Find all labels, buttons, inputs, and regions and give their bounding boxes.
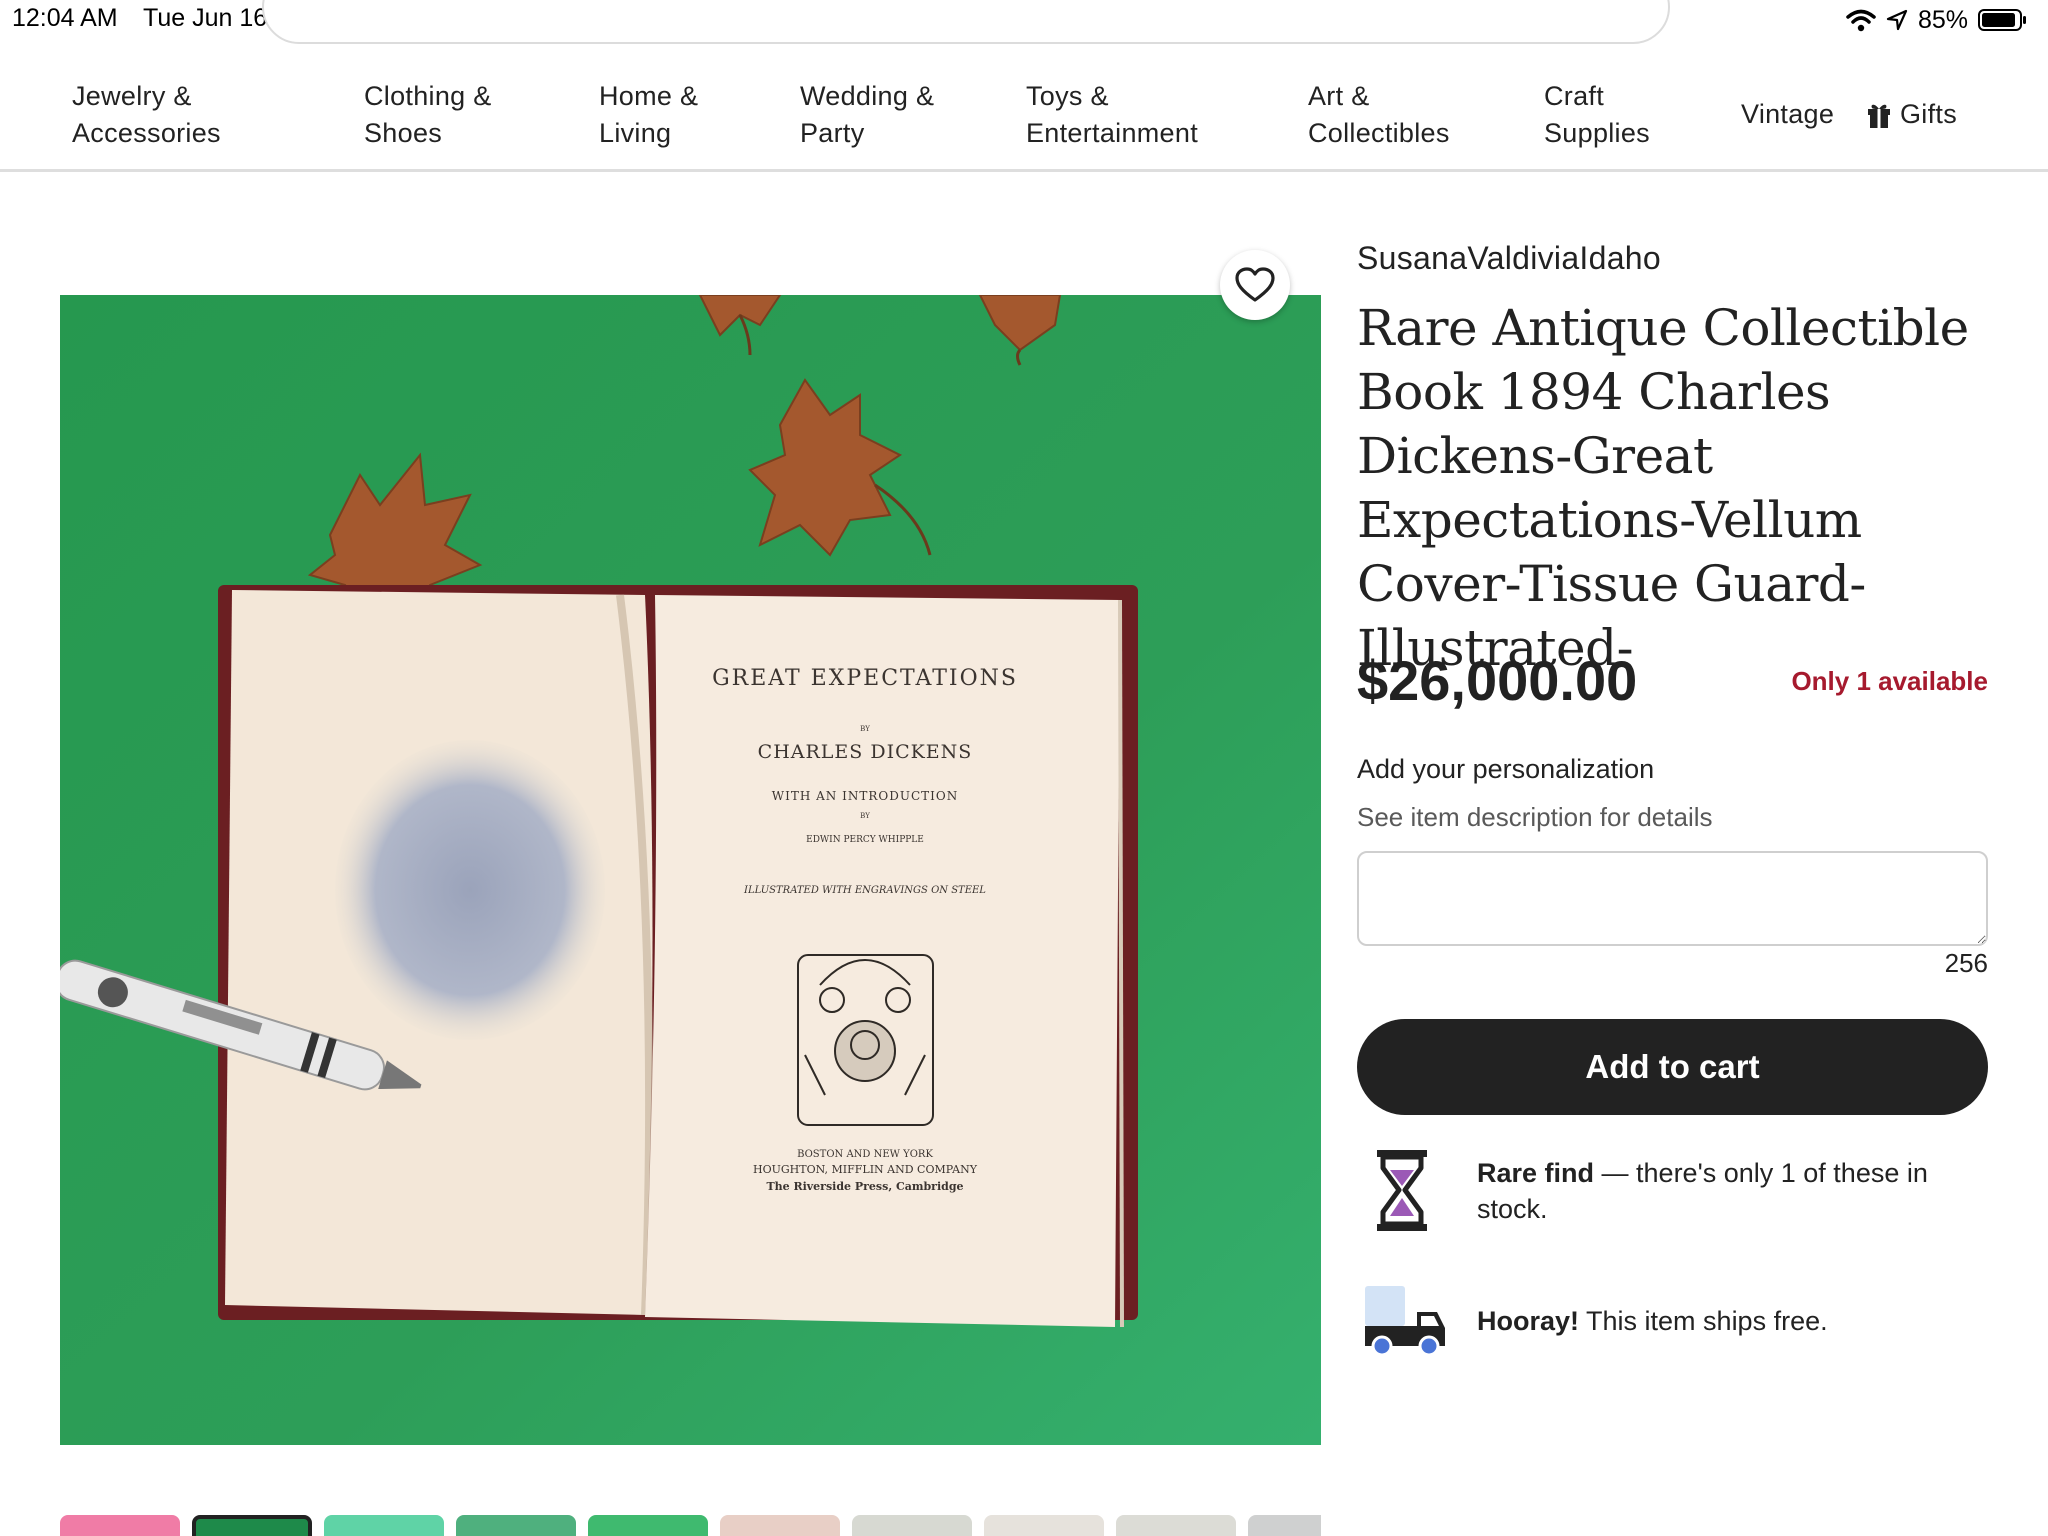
thumbnail-4[interactable] — [456, 1515, 576, 1536]
book-publisher-line3: The Riverside Press, Cambridge — [766, 1180, 963, 1193]
price: $26,000.00 — [1357, 649, 1638, 712]
heart-icon — [1235, 267, 1275, 302]
personalization-hint: See item description for details — [1357, 802, 1713, 832]
nav-label-line1: Toys & — [1026, 81, 1109, 111]
thumbnail-9[interactable] — [1116, 1515, 1236, 1536]
rare-find-text: Rare find — there's only 1 of these in s… — [1477, 1155, 1957, 1227]
nav-label: Gifts — [1900, 99, 1958, 129]
nav-label-line2: Supplies — [1544, 118, 1650, 148]
thumbnail-2-selected[interactable] — [192, 1515, 312, 1536]
thumbnail-5[interactable] — [588, 1515, 708, 1536]
shipping-detail: This item ships free. — [1579, 1306, 1828, 1336]
rare-find-bold: Rare find — [1477, 1158, 1595, 1188]
thumbnail-7[interactable] — [852, 1515, 972, 1536]
free-shipping-notice: Hooray! This item ships free. — [1357, 1276, 1957, 1366]
wifi-icon — [1846, 9, 1876, 32]
nav-label-line1: Wedding & — [800, 81, 935, 111]
personalization-label: Add your personalization — [1357, 754, 1655, 784]
thumbnail-6[interactable] — [720, 1515, 840, 1536]
nav-art-collectibles[interactable]: Art & Collectibles — [1308, 78, 1450, 152]
book-illustrated-text: ILLUSTRATED WITH ENGRAVINGS ON STEEL — [743, 885, 986, 896]
personalization-input[interactable] — [1357, 851, 1988, 946]
book-publisher-line1: BOSTON AND NEW YORK — [797, 1149, 933, 1160]
nav-label-line1: Jewelry & — [72, 81, 192, 111]
battery-percent: 85% — [1917, 5, 1968, 34]
thumbnail-strip — [60, 1515, 1321, 1536]
thumbnail-10[interactable] — [1248, 1515, 1321, 1536]
shipping-text: Hooray! This item ships free. — [1477, 1303, 1957, 1339]
nav-clothing-shoes[interactable]: Clothing & Shoes — [364, 78, 492, 152]
nav-craft-supplies[interactable]: Craft Supplies — [1544, 78, 1650, 152]
nav-label: Vintage — [1741, 99, 1835, 129]
book-author-text: CHARLES DICKENS — [758, 741, 973, 763]
status-time: 12:04 AM — [12, 4, 118, 32]
nav-wedding-party[interactable]: Wedding & Party — [800, 78, 934, 152]
nav-label-line1: Home & — [599, 81, 699, 111]
character-count: 256 — [1944, 948, 1988, 978]
nav-jewelry-accessories[interactable]: Jewelry & Accessories — [72, 78, 221, 152]
truck-icon — [1357, 1276, 1457, 1366]
category-nav: Jewelry & Accessories Clothing & Shoes H… — [0, 40, 2048, 172]
nav-label-line1: Art & — [1308, 81, 1370, 111]
product-image[interactable]: GREAT EXPECTATIONS BY CHARLES DICKENS WI… — [60, 295, 1321, 1445]
nav-label-line2: Party — [800, 118, 865, 148]
status-indicators: 85% — [1846, 4, 2028, 36]
thumbnail-8[interactable] — [984, 1515, 1104, 1536]
nav-label-line1: Craft — [1544, 81, 1605, 111]
nav-label-line2: Living — [599, 118, 672, 148]
book-publisher-line2: HOUGHTON, MIFFLIN AND COMPANY — [753, 1163, 978, 1176]
product-photo: GREAT EXPECTATIONS BY CHARLES DICKENS WI… — [60, 295, 1321, 1445]
listing-title: Rare Antique Collectible Book 1894 Charl… — [1357, 299, 1969, 677]
location-icon — [1886, 9, 1908, 31]
book-by2-text: BY — [860, 812, 870, 820]
rare-find-notice: Rare find — there's only 1 of these in s… — [1357, 1146, 1957, 1236]
nav-label-line2: Shoes — [364, 118, 443, 148]
shop-name-link[interactable]: SusanaValdiviaIdaho — [1357, 240, 1661, 277]
availability-badge: Only 1 available — [1791, 666, 1988, 696]
battery-icon — [1978, 9, 2026, 31]
status-date: Tue Jun 16 — [143, 4, 268, 32]
nav-label-line2: Entertainment — [1026, 118, 1198, 148]
book-intro-author-text: EDWIN PERCY WHIPPLE — [806, 835, 924, 845]
nav-label-line2: Accessories — [72, 118, 221, 148]
nav-gifts[interactable]: Gifts — [1866, 96, 1957, 133]
book-intro-text: WITH AN INTRODUCTION — [772, 789, 958, 803]
address-bar[interactable] — [262, 0, 1670, 44]
book-title-text: GREAT EXPECTATIONS — [712, 666, 1018, 691]
thumbnail-3[interactable] — [324, 1515, 444, 1536]
nav-home-living[interactable]: Home & Living — [599, 78, 698, 152]
thumbnail-1[interactable] — [60, 1515, 180, 1536]
nav-label-line1: Clothing & — [364, 81, 492, 111]
nav-vintage[interactable]: Vintage — [1741, 96, 1834, 133]
favorite-button[interactable] — [1220, 250, 1290, 320]
nav-label-line2: Collectibles — [1308, 118, 1450, 148]
gift-icon — [1868, 104, 1890, 128]
add-to-cart-button[interactable]: Add to cart — [1357, 1019, 1988, 1115]
nav-toys-entertainment[interactable]: Toys & Entertainment — [1026, 78, 1198, 152]
shipping-bold: Hooray! — [1477, 1306, 1580, 1336]
book-by-text: BY — [860, 725, 870, 733]
hourglass-icon — [1357, 1146, 1457, 1236]
